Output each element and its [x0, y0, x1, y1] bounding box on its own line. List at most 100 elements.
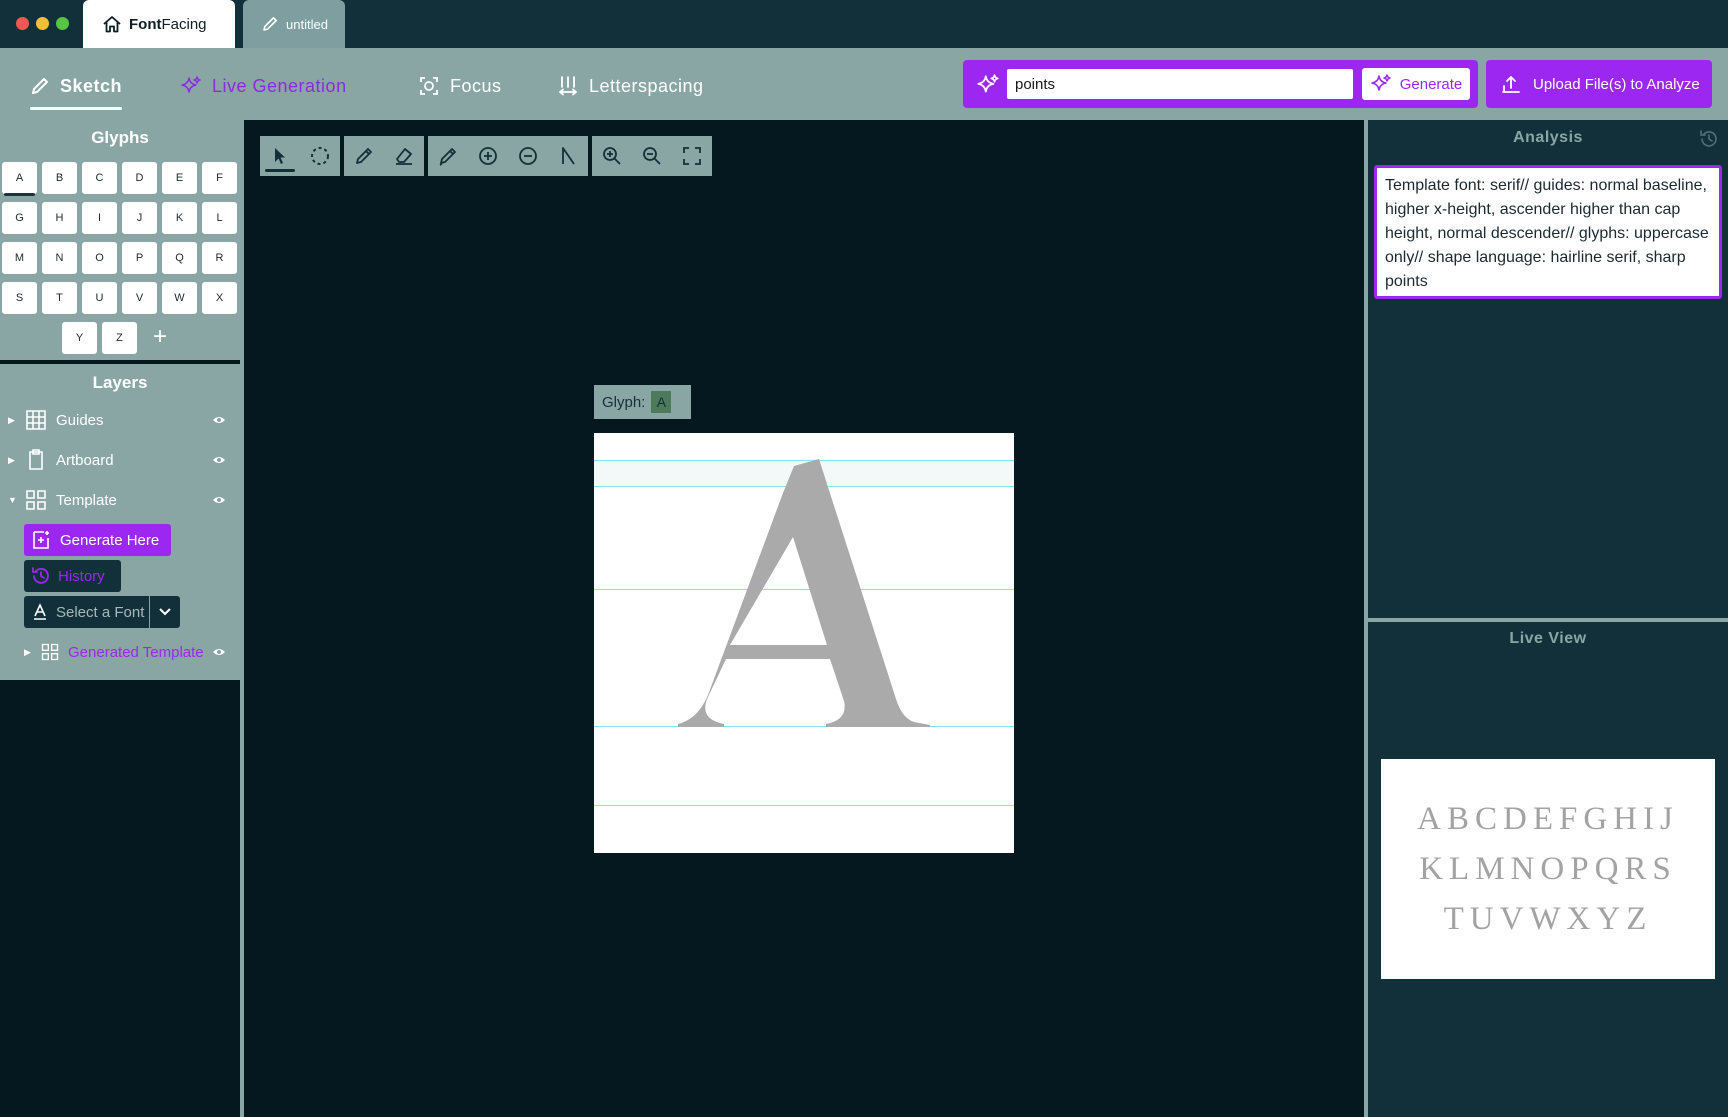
glyph-key-n[interactable]: N	[42, 242, 77, 274]
sparkles-icon	[1370, 74, 1391, 91]
fit-screen-tool[interactable]	[672, 136, 712, 176]
glyph-key-e[interactable]: E	[162, 162, 197, 194]
tab-home[interactable]: FontFacing	[83, 0, 235, 48]
font-icon	[34, 603, 46, 620]
mode-sketch[interactable]: Sketch	[30, 68, 123, 110]
glyph-key-p[interactable]: P	[122, 242, 157, 274]
glyph-key-g[interactable]: G	[2, 202, 37, 234]
analysis-title: Analysis	[1513, 129, 1583, 146]
glyph-key-s[interactable]: S	[2, 282, 37, 314]
layer-guides[interactable]: ▶ Guides	[0, 405, 240, 435]
eye-icon[interactable]	[212, 645, 226, 659]
glyph-key-d[interactable]: D	[122, 162, 157, 194]
pen-tool[interactable]	[344, 136, 384, 176]
tab-untitled[interactable]: untitled	[243, 0, 345, 48]
glyph-key-u[interactable]: U	[82, 282, 117, 314]
layer-generated-template[interactable]: ▶ Generated Template	[0, 637, 240, 667]
glyph-key-b[interactable]: B	[42, 162, 77, 194]
mode-focus-label: Focus	[450, 75, 502, 96]
generate-prompt-input[interactable]	[1007, 69, 1353, 99]
font-select[interactable]: Select a Font	[24, 596, 180, 628]
history-button[interactable]: History	[24, 560, 121, 592]
glyph-key-w[interactable]: W	[162, 282, 197, 314]
glyph-key-o[interactable]: O	[82, 242, 117, 274]
live-view-preview: ABCDEFGHIJ KLMNOPQRS TUVWXYZ	[1381, 759, 1715, 979]
zoom-out-tool[interactable]	[632, 136, 672, 176]
left-panel-divider[interactable]	[240, 120, 244, 1117]
glyph-key-y[interactable]: Y	[62, 322, 97, 354]
chevron-down-icon[interactable]	[150, 596, 180, 628]
glyph-key-h[interactable]: H	[42, 202, 77, 234]
brand-name-bold: Font	[129, 15, 162, 33]
eraser-tool[interactable]	[384, 136, 424, 176]
expand-caret-icon[interactable]: ▶	[8, 455, 20, 466]
zoom-in-tool[interactable]	[592, 136, 632, 176]
glyph-key-k[interactable]: K	[162, 202, 197, 234]
history-icon	[32, 567, 49, 584]
generate-button[interactable]: Generate	[1362, 68, 1470, 100]
glyph-key-c[interactable]: C	[82, 162, 117, 194]
clipboard-icon	[29, 449, 43, 470]
select-tool[interactable]	[260, 136, 300, 176]
maximize-window-button[interactable]	[56, 17, 69, 30]
eye-icon[interactable]	[212, 413, 226, 427]
glyph-key-f[interactable]: F	[202, 162, 237, 194]
grid-icon	[26, 410, 46, 430]
layout-icon	[41, 643, 59, 661]
expand-caret-icon[interactable]: ▶	[8, 415, 20, 426]
expand-caret-icon[interactable]: ▶	[24, 647, 36, 658]
font-select-placeholder: Select a Font	[56, 603, 145, 621]
history-icon[interactable]	[1698, 128, 1720, 150]
glyph-key-z[interactable]: Z	[102, 322, 137, 354]
remove-point-tool[interactable]	[508, 136, 548, 176]
eye-icon[interactable]	[212, 453, 226, 467]
glyph-indicator: Glyph: A	[594, 385, 691, 419]
glyph-indicator-label: Glyph:	[602, 393, 646, 411]
glyph-key-i[interactable]: I	[82, 202, 117, 234]
collapse-caret-icon[interactable]: ▼	[8, 495, 20, 505]
layout-icon	[26, 490, 46, 510]
corner-tool[interactable]	[548, 136, 588, 176]
mode-letterspacing[interactable]: Letterspacing	[557, 68, 704, 104]
lasso-tool[interactable]	[300, 136, 340, 176]
glyph-key-r[interactable]: R	[202, 242, 237, 274]
focus-icon	[420, 77, 438, 95]
glyph-key-x[interactable]: X	[202, 282, 237, 314]
pencil-icon	[32, 78, 48, 94]
glyph-key-a[interactable]: A	[2, 162, 37, 196]
mode-live-generation[interactable]: Live Generation	[180, 68, 347, 104]
mode-focus[interactable]: Focus	[418, 68, 502, 104]
layer-template-label: Template	[56, 491, 117, 509]
template-glyph-a	[678, 459, 930, 727]
glyph-key-v[interactable]: V	[122, 282, 157, 314]
lasso-icon	[311, 147, 329, 165]
layer-guides-label: Guides	[56, 411, 104, 429]
minimize-window-button[interactable]	[36, 17, 49, 30]
layer-template[interactable]: ▼ Template	[0, 485, 240, 515]
glyph-key-q[interactable]: Q	[162, 242, 197, 274]
title-bar: FontFacing untitled	[0, 0, 1728, 48]
artboard[interactable]	[594, 433, 1014, 853]
glyph-key-j[interactable]: J	[122, 202, 157, 234]
home-icon	[103, 16, 121, 33]
mode-sketch-label: Sketch	[60, 75, 123, 96]
close-window-button[interactable]	[16, 17, 29, 30]
glyph-key-t[interactable]: T	[42, 282, 77, 314]
glyph-key-l[interactable]: L	[202, 202, 237, 234]
add-glyph-button[interactable]: +	[148, 325, 172, 349]
analysis-text[interactable]: Template font: serif// guides: normal ba…	[1374, 165, 1722, 299]
layer-artboard[interactable]: ▶ Artboard	[0, 445, 240, 475]
pen-icon	[356, 148, 372, 164]
eye-icon[interactable]	[212, 493, 226, 507]
generate-here-button[interactable]: Generate Here	[24, 524, 171, 556]
upload-files-label: Upload File(s) to Analyze	[1533, 75, 1700, 93]
live-view-title: Live View	[1509, 630, 1587, 647]
glyph-key-m[interactable]: M	[2, 242, 37, 274]
upload-files-button[interactable]: Upload File(s) to Analyze	[1486, 60, 1712, 108]
pencil-icon	[263, 17, 277, 31]
glyphs-title: Glyphs	[91, 128, 149, 147]
zoom-in-icon	[603, 147, 621, 165]
add-point-tool[interactable]	[468, 136, 508, 176]
zoom-out-icon	[643, 147, 661, 165]
brush-tool[interactable]	[428, 136, 468, 176]
